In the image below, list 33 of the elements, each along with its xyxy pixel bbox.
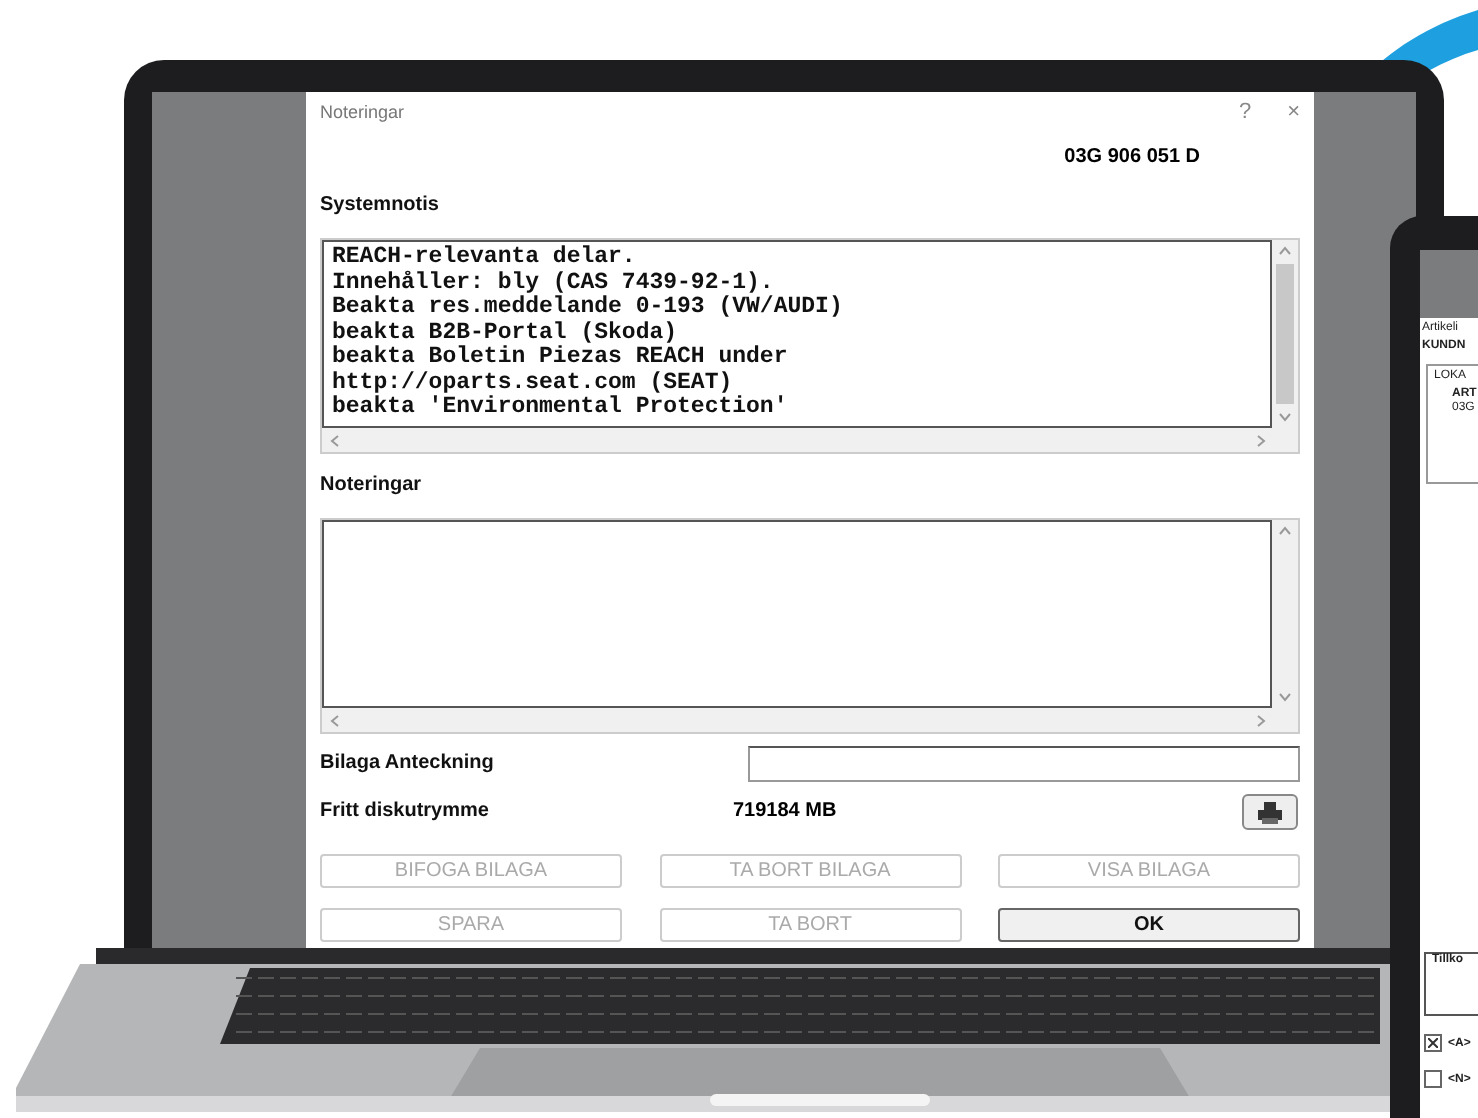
checkbox[interactable] xyxy=(1424,1070,1442,1088)
print-button[interactable] xyxy=(1242,794,1298,830)
system-note-field[interactable] xyxy=(320,238,1300,454)
scrollbar-thumb[interactable] xyxy=(1276,264,1294,404)
scroll-left-icon[interactable] xyxy=(330,433,340,447)
scroll-up-icon[interactable] xyxy=(1278,526,1292,536)
note-line: Innehåller: bly (CAS 7439-92-1). xyxy=(332,271,776,295)
note-line: beakta B2B-Portal (Skoda) xyxy=(332,321,680,345)
part-number: 03G 906 051 D xyxy=(1064,146,1200,170)
scroll-down-icon[interactable] xyxy=(1278,692,1292,702)
dialog-button[interactable]: OK xyxy=(998,908,1300,942)
note-line: Beakta res.meddelande 0-193 (VW/AUDI) xyxy=(332,296,845,321)
field-label: Bilaga Anteckning xyxy=(320,752,494,776)
free-space-value: 719184 MB xyxy=(732,800,839,824)
scroll-up-icon[interactable] xyxy=(1278,246,1292,256)
printer-icon xyxy=(1256,801,1284,823)
scroll-down-icon[interactable] xyxy=(1278,412,1292,422)
dialog-title: Noteringar xyxy=(320,100,407,124)
notes-field[interactable] xyxy=(320,518,1300,734)
note-line: beakta 'Environmental Protection' xyxy=(332,396,790,421)
section-label: Systemnotis xyxy=(320,194,439,216)
note-line: beakta Boletin Piezas REACH under xyxy=(332,346,790,371)
checkbox[interactable] xyxy=(1424,1034,1442,1052)
scroll-right-icon[interactable] xyxy=(1256,433,1266,447)
attachment-note-input[interactable] xyxy=(748,746,1300,782)
scroll-right-icon[interactable] xyxy=(1256,713,1266,727)
section-label: Noteringar xyxy=(320,474,422,496)
note-line: http://oparts.seat.com (SEAT) xyxy=(332,371,735,395)
note-line: REACH-relevanta delar. xyxy=(332,246,638,270)
help-button[interactable]: ? xyxy=(1238,100,1252,124)
scroll-left-icon[interactable] xyxy=(330,713,340,727)
close-button[interactable]: × xyxy=(1287,100,1300,124)
field-label: Fritt diskutrymme xyxy=(320,800,489,824)
